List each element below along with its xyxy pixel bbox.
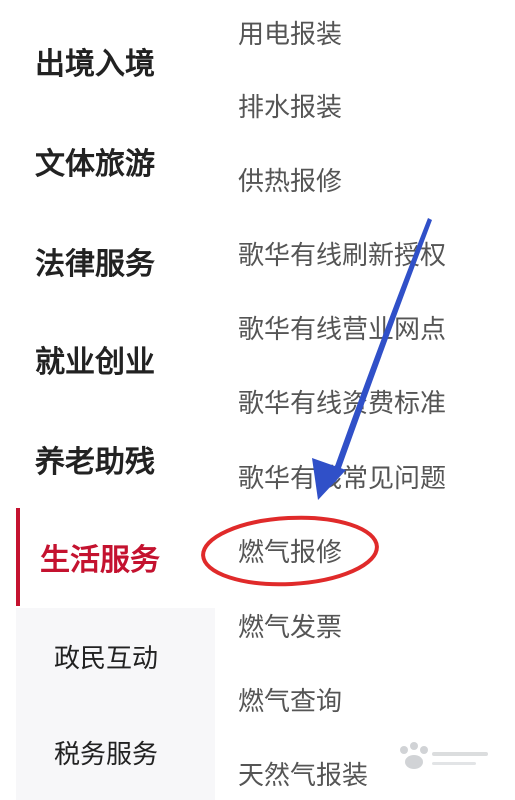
service-label: 燃气报修 bbox=[238, 537, 343, 568]
category-label: 出境入境 bbox=[35, 47, 155, 82]
subcategory-label: 税务服务 bbox=[54, 739, 159, 770]
service-item-cable-pricing[interactable]: 歌华有线资费标准 bbox=[238, 376, 508, 426]
service-item-cable-refresh-auth[interactable]: 歌华有线刷新授权 bbox=[238, 228, 508, 278]
service-label: 排水报装 bbox=[238, 92, 343, 123]
service-label: 用电报装 bbox=[238, 19, 343, 50]
service-item-heating-repair[interactable]: 供热报修 bbox=[238, 154, 508, 204]
category-label: 养老助残 bbox=[35, 445, 155, 480]
subcategory-government-interaction[interactable]: 政民互动 bbox=[16, 608, 215, 704]
subcategory-tax-services[interactable]: 税务服务 bbox=[16, 704, 215, 800]
service-label: 燃气查询 bbox=[238, 686, 343, 717]
service-label: 歌华有线刷新授权 bbox=[238, 240, 447, 271]
sidebar: 出境入境 文体旅游 法律服务 就业创业 养老助残 生活服务 政民互动 税务服务 bbox=[0, 0, 215, 800]
service-item-cable-faq[interactable]: 歌华有线常见问题 bbox=[238, 451, 508, 501]
service-label: 供热报修 bbox=[238, 166, 343, 197]
service-item-drainage-install[interactable]: 排水报装 bbox=[238, 80, 508, 130]
category-culture-tourism[interactable]: 文体旅游 bbox=[0, 112, 215, 210]
category-legal-services[interactable]: 法律服务 bbox=[0, 212, 215, 310]
paw-watermark-icon bbox=[400, 742, 488, 769]
subcategory-label: 政民互动 bbox=[54, 643, 159, 674]
service-item-gas-invoice[interactable]: 燃气发票 bbox=[238, 600, 508, 650]
category-label: 法律服务 bbox=[35, 247, 155, 282]
service-label: 歌华有线常见问题 bbox=[238, 463, 447, 494]
category-exit-entry[interactable]: 出境入境 bbox=[0, 12, 215, 110]
category-elderly-disability[interactable]: 养老助残 bbox=[0, 410, 215, 508]
category-label: 生活服务 bbox=[40, 543, 160, 578]
category-label: 文体旅游 bbox=[35, 147, 155, 182]
service-item-gas-query[interactable]: 燃气查询 bbox=[238, 674, 508, 724]
service-label: 歌华有线资费标准 bbox=[238, 388, 447, 419]
service-item-cable-outlets[interactable]: 歌华有线营业网点 bbox=[238, 302, 508, 352]
category-employment[interactable]: 就业创业 bbox=[0, 310, 215, 408]
service-item-power-install[interactable]: 用电报装 bbox=[238, 7, 508, 57]
service-label: 歌华有线营业网点 bbox=[238, 314, 447, 345]
service-item-gas-repair[interactable]: 燃气报修 bbox=[238, 525, 508, 575]
service-label: 天然气报装 bbox=[238, 760, 369, 791]
category-life-services[interactable]: 生活服务 bbox=[0, 508, 215, 606]
service-label: 燃气发票 bbox=[238, 612, 343, 643]
category-label: 就业创业 bbox=[35, 345, 155, 380]
